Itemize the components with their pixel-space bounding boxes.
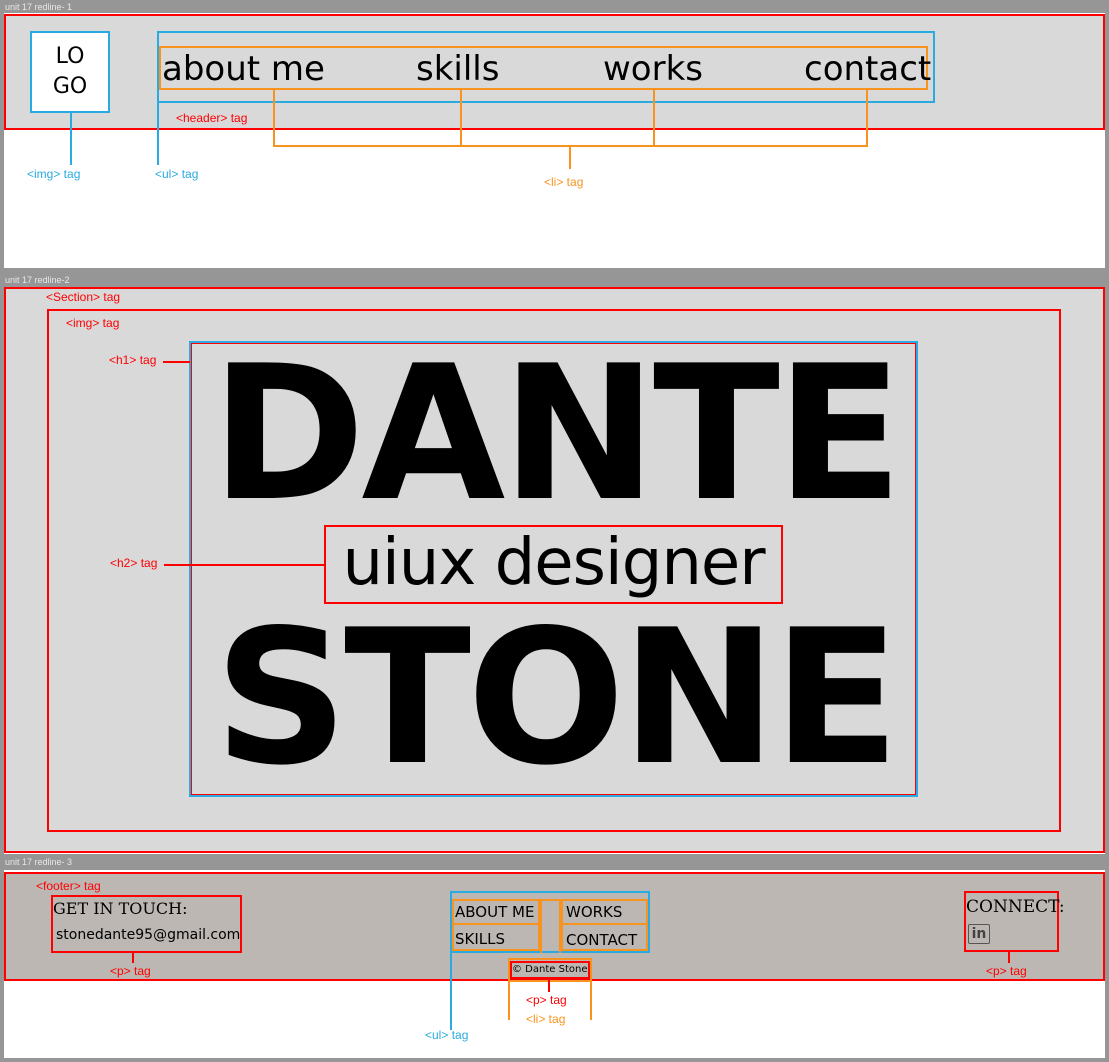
h2-tag-label: <h2> tag: [110, 556, 158, 570]
ul-tag-label: <ul> tag: [425, 1028, 469, 1042]
footer-nav-works[interactable]: WORKS: [566, 905, 622, 920]
img-connector: [70, 113, 72, 165]
frame-label-3: unit 17 redline- 3: [5, 857, 73, 867]
p-center-connector: [548, 980, 550, 992]
p-right-connector: [1008, 952, 1010, 963]
p-right-tag-label: <p> tag: [986, 964, 1027, 978]
linkedin-glyph: in: [971, 926, 987, 942]
ul-connector: [450, 951, 452, 1030]
frame-label-1: unit 17 redline- 1: [5, 2, 73, 12]
hero-h2: uiux designer: [342, 526, 765, 600]
get-in-touch-heading: GET IN TOUCH:: [53, 899, 188, 918]
li-connector: [559, 899, 561, 953]
frame-label-2: unit 17 redline-2: [5, 275, 70, 285]
footer-nav-contact[interactable]: CONTACT: [566, 933, 637, 948]
connect-heading: CONNECT:: [966, 897, 1065, 917]
artboard-footer: <footer> tag GET IN TOUCH: stonedante95@…: [4, 870, 1105, 1058]
nav-item-works[interactable]: works: [603, 52, 703, 86]
artboard-hero: <Section> tag <img> tag DANTE uiux desig…: [4, 287, 1105, 854]
li-connector: [540, 899, 542, 953]
h1-tag-label: <h1> tag: [109, 353, 157, 367]
h2-connector: [164, 564, 325, 566]
logo-line-1: LO: [55, 44, 85, 69]
li-connector: [653, 90, 655, 147]
email-link[interactable]: stonedante95@gmail.com: [56, 928, 240, 942]
logo-box[interactable]: LO GO: [30, 31, 110, 113]
li-connector: [273, 90, 275, 147]
nav-item-skills[interactable]: skills: [416, 52, 499, 86]
li-connector: [540, 899, 561, 901]
linkedin-icon[interactable]: in: [968, 924, 990, 944]
li-connector: [460, 90, 462, 147]
p-left-connector: [132, 953, 134, 963]
nav-item-contact[interactable]: contact: [804, 52, 931, 86]
footer-nav-about-me[interactable]: ABOUT ME: [455, 905, 534, 920]
p-left-tag-label: <p> tag: [110, 964, 151, 978]
hero-h1-stone: STONE: [214, 589, 900, 806]
img-tag-label: <img> tag: [66, 316, 120, 330]
li-tag-label: <li> tag: [544, 175, 584, 189]
nav-item-about-me[interactable]: about me: [162, 52, 325, 86]
logo-line-2: GO: [52, 74, 88, 99]
img-tag-label: <img> tag: [27, 167, 81, 181]
artboard-header: LO GO about me skills works contact <hea…: [4, 13, 1105, 268]
li-tag-label: <li> tag: [526, 1012, 566, 1026]
section-tag-label: <Section> tag: [46, 290, 121, 304]
footer-tag-label: <footer> tag: [36, 879, 101, 893]
hero-h1-dante: DANTE: [211, 325, 903, 542]
footer-nav-skills[interactable]: SKILLS: [455, 932, 505, 947]
copyright-text: © Dante Stone: [512, 964, 588, 975]
li-connector: [508, 980, 510, 1020]
li-connector: [590, 980, 592, 1020]
li-connector: [866, 90, 868, 147]
h1-connector: [163, 361, 190, 363]
ul-connector: [157, 101, 159, 165]
p-center-tag-label: <p> tag: [526, 993, 567, 1007]
header-tag-label: <header> tag: [176, 111, 248, 125]
li-connector: [569, 145, 571, 169]
ul-tag-label: <ul> tag: [155, 167, 199, 181]
